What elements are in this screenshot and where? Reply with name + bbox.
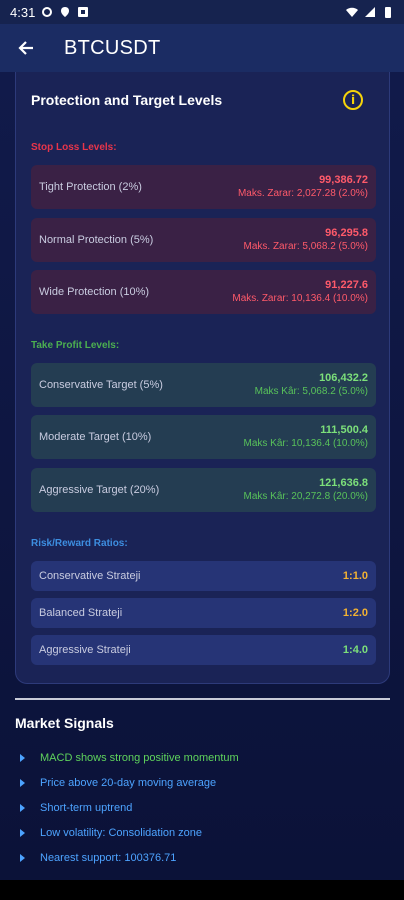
level-detail: Maks. Zarar: 2,027.28 (2.0%) [237,188,368,199]
page-title: BTCUSDT [64,36,161,59]
level-price: 91,227.6 [325,279,368,291]
level-price: 99,386.72 [319,174,368,186]
strategy-name: Conservative Strateji [39,570,141,582]
navigation-bar [0,880,404,900]
level-price: 106,432.2 [319,372,368,384]
signal-text: Low volatility: Consolidation zone [40,827,203,839]
level-name: Aggressive Target (20%) [39,484,160,496]
strategy-ratio: 1:1.0 [342,570,368,582]
bullet-icon [20,829,25,837]
signal-text: Price above 20-day moving average [40,777,217,789]
level-detail: Maks Kâr: 10,136.4 (10.0%) [243,438,368,449]
risk-reward-row: Balanced Strateji 1:2.0 [31,598,376,628]
level-name: Conservative Target (5%) [39,379,163,391]
bullet-icon [20,754,25,762]
battery-icon [385,7,391,18]
take-profit-label: Take Profit Levels: [31,340,120,351]
arrow-left-icon [18,41,33,55]
risk-reward-row: Conservative Strateji 1:1.0 [31,561,376,591]
signal-text: Short-term uptrend [40,802,133,814]
level-name: Normal Protection (5%) [39,234,154,246]
stop-loss-label: Stop Loss Levels: [31,142,117,153]
risk-reward-label: Risk/Reward Ratios: [31,538,128,549]
risk-reward-row: Aggressive Strateji 1:4.0 [31,635,376,665]
bullet-icon [20,804,25,812]
bullet-icon [20,854,25,862]
bullet-icon [20,779,25,787]
status-bar: 4:31 [0,0,404,24]
level-detail: Maks Kâr: 5,068.2 (5.0%) [254,386,368,397]
market-signals-title: Market Signals [15,715,114,731]
strategy-name: Balanced Strateji [39,607,123,619]
scroll-content[interactable]: Protection and Target Levels i Stop Loss… [0,72,404,880]
section-divider [15,698,390,700]
strategy-ratio: 1:4.0 [342,644,368,656]
signal-icon [365,7,375,17]
info-icon[interactable]: i [343,90,363,110]
stop-loss-row: Normal Protection (5%) 96,295.8 Maks. Za… [31,218,376,262]
level-price: 111,500.4 [320,424,368,436]
location-icon [61,7,70,17]
settings-icon [42,7,53,17]
take-profit-row: Aggressive Target (20%) 121,636.8 Maks K… [31,468,376,512]
protection-levels-card: Protection and Target Levels i Stop Loss… [15,72,390,684]
take-profit-row: Conservative Target (5%) 106,432.2 Maks … [31,363,376,407]
notification-icon [78,7,89,17]
signal-item: MACD shows strong positive momentum [20,752,239,764]
take-profit-row: Moderate Target (10%) 111,500.4 Maks Kâr… [31,415,376,459]
strategy-ratio: 1:2.0 [342,607,368,619]
wifi-icon [346,7,358,17]
level-price: 121,636.8 [319,477,368,489]
signal-item: Nearest support: 100376.71 [20,852,176,864]
level-detail: Maks Kâr: 20,272.8 (20.0%) [243,491,368,502]
level-name: Tight Protection (2%) [39,181,142,193]
signal-item: Price above 20-day moving average [20,777,216,789]
level-detail: Maks. Zarar: 5,068.2 (5.0%) [243,241,369,252]
level-price: 96,295.8 [325,227,368,239]
strategy-name: Aggressive Strateji [39,644,131,656]
signal-item: Short-term uptrend [20,802,132,814]
level-name: Moderate Target (10%) [39,431,152,443]
level-name: Wide Protection (10%) [39,286,150,298]
app-bar: BTCUSDT [0,24,404,72]
status-time: 4:31 [10,4,36,20]
card-title: Protection and Target Levels [31,92,223,108]
level-detail: Maks. Zarar: 10,136.4 (10.0%) [232,293,368,304]
stop-loss-row: Wide Protection (10%) 91,227.6 Maks. Zar… [31,270,376,314]
stop-loss-row: Tight Protection (2%) 99,386.72 Maks. Za… [31,165,376,209]
back-button[interactable] [0,24,52,72]
signal-item: Low volatility: Consolidation zone [20,827,202,839]
signal-text: Nearest support: 100376.71 [40,852,177,864]
signal-text: MACD shows strong positive momentum [40,752,239,764]
